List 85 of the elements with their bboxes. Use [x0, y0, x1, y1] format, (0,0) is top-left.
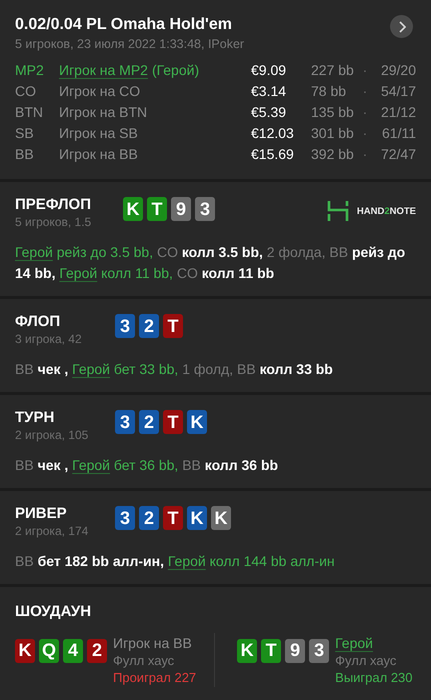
hand-title: 0.02/0.04 PL Omaha Hold'em — [15, 16, 233, 34]
street-title: РИВЕР — [15, 505, 68, 522]
hand-subtitle: 5 игроков, 23 июля 2022 1:33:48, IPoker — [15, 37, 244, 51]
street-title: ФЛОП — [15, 313, 62, 330]
player-stats: 54/17 — [380, 83, 416, 99]
playing-card: 9 — [171, 197, 191, 221]
hero-tag: (Герой) — [152, 62, 200, 78]
result-text: Проиграл 227 — [113, 668, 196, 686]
player-name: Игрок на CO — [59, 83, 140, 99]
separator-dot: · — [362, 62, 368, 78]
street-info: 5 игроков, 1.5 — [15, 215, 92, 229]
stack-bb: 301 bb — [311, 125, 355, 141]
stack-bb: 392 bb — [311, 146, 355, 162]
stack-amount: €9.09 — [251, 62, 288, 78]
chevron-right-icon — [398, 20, 406, 32]
playing-card: 3 — [115, 506, 135, 530]
playing-card: 3 — [115, 410, 135, 434]
playing-card: 3 — [309, 638, 330, 662]
player-name: Игрок на BB — [59, 146, 138, 162]
playing-card: 9 — [285, 638, 306, 662]
playing-card: 2 — [139, 506, 159, 530]
action-line: BB чек , Герой бет 36 bb, BB колл 36 bb — [15, 456, 280, 475]
player-link[interactable]: Герой — [335, 634, 413, 652]
separator-dot: · — [362, 83, 368, 99]
stack-bb: 227 bb — [311, 62, 355, 78]
playing-card: 3 — [115, 314, 135, 338]
playing-card: T — [261, 638, 282, 662]
playing-card: K — [187, 410, 207, 434]
separator-dot: · — [362, 125, 368, 141]
playing-card: T — [163, 506, 183, 530]
street-title: ТУРН — [15, 409, 56, 426]
playing-card: T — [163, 314, 183, 338]
playing-card: T — [147, 197, 167, 221]
player-stats: 29/20 — [380, 62, 416, 78]
player-link[interactable]: Игрок на MP2 — [59, 62, 148, 78]
playing-card: K — [237, 638, 258, 662]
position-label: SB — [15, 125, 35, 141]
playing-card: 2 — [87, 638, 107, 662]
stack-bb: 78 bb — [311, 83, 348, 99]
player-name: Игрок на SB — [59, 125, 138, 141]
stack-amount: €5.39 — [251, 104, 288, 120]
hero-link[interactable]: Герой — [15, 244, 53, 260]
stack-bb: 135 bb — [311, 104, 355, 120]
street-info: 2 игрока, 174 — [15, 524, 90, 538]
playing-card: K — [123, 197, 143, 221]
playing-card: 2 — [139, 314, 159, 338]
street-info: 2 игрока, 105 — [15, 428, 90, 442]
separator-dot: · — [362, 146, 368, 162]
player-stats: 61/11 — [381, 125, 416, 141]
hero-link[interactable]: Герой — [72, 361, 110, 377]
position-label: CO — [15, 83, 37, 99]
next-button[interactable] — [390, 15, 413, 38]
action-line: Герой рейз до 3.5 bb, CO колл 3.5 bb, 2 фолда, BB рейз до 14 bb, Герой колл 11 bb, CO колл 11 bb — [15, 243, 406, 283]
logo-text: HAND2NOTE — [356, 206, 416, 216]
playing-card: K — [187, 506, 207, 530]
position-label: MP2 — [15, 62, 45, 78]
logo-icon — [326, 200, 349, 222]
showdown-title: ШОУДАУН — [15, 603, 92, 620]
position-label: BB — [15, 146, 35, 162]
street-info: 3 игрока, 42 — [15, 332, 83, 346]
player-name: Игрок на BTN — [59, 104, 148, 120]
street-title: ПРЕФЛОП — [15, 196, 92, 213]
hand-rank: Фулл хаус — [113, 652, 176, 668]
hero-link[interactable]: Герой — [72, 457, 110, 473]
player-name: Игрок на BB — [113, 634, 193, 652]
playing-card: 3 — [195, 197, 215, 221]
playing-card: T — [163, 410, 183, 434]
stack-amount: €12.03 — [251, 125, 295, 141]
hand-rank: Фулл хаус — [335, 652, 398, 668]
playing-card: Q — [39, 638, 59, 662]
playing-card: 4 — [63, 638, 83, 662]
playing-card: K — [211, 506, 231, 530]
result-text: Выиграл 230 — [335, 668, 413, 686]
hero-link[interactable]: Герой — [59, 265, 98, 281]
separator-dot: · — [362, 104, 368, 120]
player-stats: 21/12 — [380, 104, 416, 120]
player-stats: 72/47 — [380, 146, 416, 162]
stack-amount: €3.14 — [251, 83, 288, 99]
stack-amount: €15.69 — [251, 146, 295, 162]
position-label: BTN — [15, 104, 44, 120]
playing-card: 2 — [139, 410, 159, 434]
action-line: BB бет 182 bb алл-ин, Герой колл 144 bb алл-ин — [15, 552, 336, 571]
action-line: BB чек , Герой бет 33 bb, 1 фолд, BB колл 33 bb — [15, 360, 334, 379]
hero-link[interactable]: Герой — [168, 553, 206, 569]
playing-card: K — [15, 638, 35, 662]
